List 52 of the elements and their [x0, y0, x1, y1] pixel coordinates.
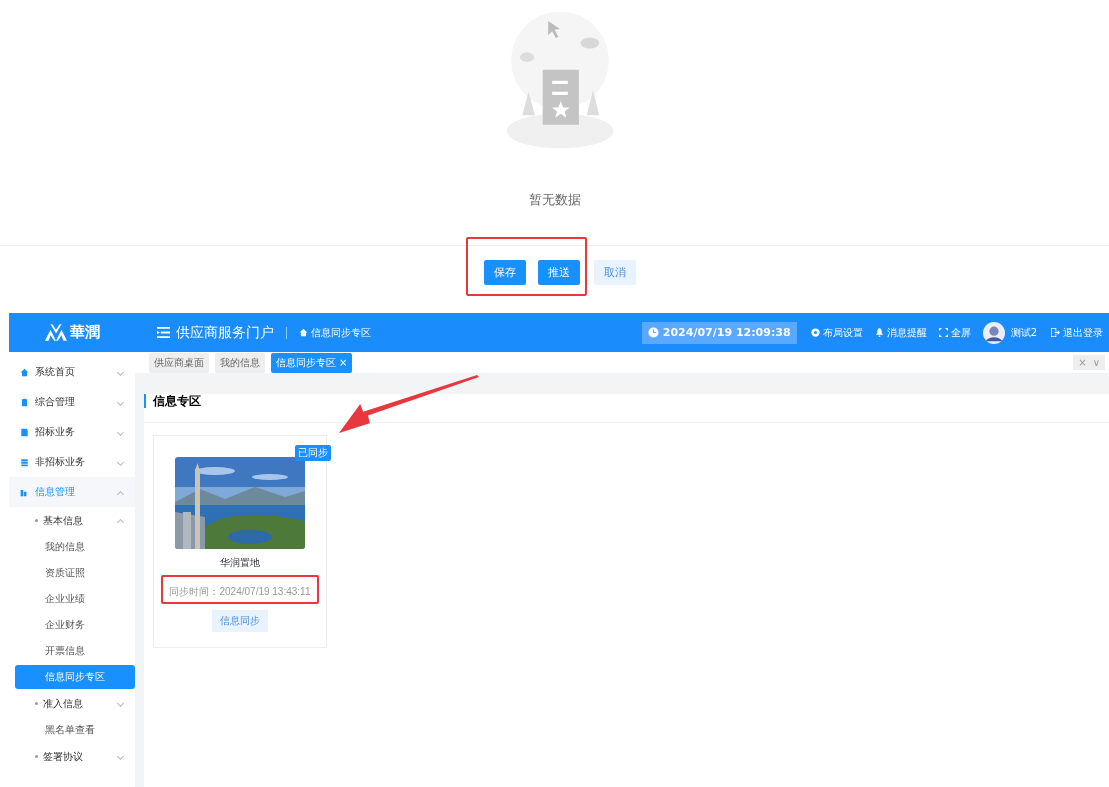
sidebar-item[interactable]: 信息管理	[9, 477, 135, 507]
sidebar-item[interactable]: 非招标业务	[9, 447, 135, 477]
header-action[interactable]: 消息提醒	[874, 325, 927, 340]
user-name[interactable]: 测试2	[1010, 325, 1037, 340]
clock-icon	[647, 327, 659, 338]
page-tab[interactable]: 我的信息	[215, 352, 265, 373]
sidebar-link[interactable]: 企业业绩	[9, 586, 135, 612]
menu-item-icon	[20, 457, 29, 467]
sidebar-link[interactable]: 资质证照	[9, 560, 135, 586]
sidebar-item[interactable]: 综合管理	[9, 387, 135, 417]
cancel-button[interactable]: 取消	[593, 260, 636, 285]
menu-icon[interactable]	[157, 327, 170, 338]
sidebar-item[interactable]: 系统首页	[9, 357, 135, 387]
logout-icon	[1051, 328, 1060, 337]
card-title: 华润置地	[220, 556, 260, 570]
logo[interactable]: 華潤	[9, 323, 135, 342]
sidebar-link[interactable]: 我的信息	[9, 534, 135, 560]
gear-icon	[810, 328, 820, 337]
page-tab[interactable]: 供应商桌面	[149, 352, 209, 373]
avatar-icon[interactable]	[982, 321, 1005, 344]
clock-time: 2024/07/19 12:09:38	[662, 326, 791, 339]
bell-icon	[874, 328, 884, 337]
empty-message: 暂无数据	[528, 191, 581, 209]
menu-item-icon	[20, 487, 29, 497]
logo-icon	[44, 324, 67, 341]
sidebar-link[interactable]: 黑名单查看	[9, 717, 135, 743]
sidebar-item[interactable]: 招标业务	[9, 417, 135, 447]
primary-button[interactable]: 推送	[537, 260, 580, 285]
sync-button[interactable]: 信息同步	[212, 610, 268, 632]
home-icon	[299, 328, 308, 337]
portal-title: 供应商服务门户	[176, 323, 274, 342]
sidebar-link[interactable]: 信息同步专区	[15, 665, 135, 689]
sidebar-link[interactable]: 企业财务	[9, 612, 135, 638]
header-action[interactable]: 全屏	[938, 325, 971, 340]
sidebar-subitem[interactable]: 签署协议	[9, 743, 135, 770]
menu-item-icon	[20, 427, 29, 437]
sidebar-link[interactable]: 开票信息	[9, 638, 135, 664]
sidebar-subitem[interactable]: 基本信息	[9, 507, 135, 534]
bullet-icon	[35, 702, 38, 705]
sidebar-subitem[interactable]: 准入信息	[9, 690, 135, 717]
expand-icon	[938, 328, 948, 337]
bullet-icon	[35, 755, 38, 758]
header-action[interactable]: 布局设置	[810, 325, 863, 340]
bullet-icon	[35, 519, 38, 522]
status-badge: 已同步	[295, 445, 331, 461]
logout-button[interactable]: 退出登录	[1051, 325, 1103, 340]
sync-time: 同步时间：2024/07/19 13:43:11	[169, 586, 311, 597]
menu-item-icon	[20, 367, 29, 377]
menu-item-icon	[20, 397, 29, 407]
page-tab[interactable]: 信息同步专区 ×	[271, 352, 353, 373]
primary-button[interactable]: 保存	[483, 260, 526, 285]
breadcrumb[interactable]: 信息同步专区	[311, 325, 371, 340]
